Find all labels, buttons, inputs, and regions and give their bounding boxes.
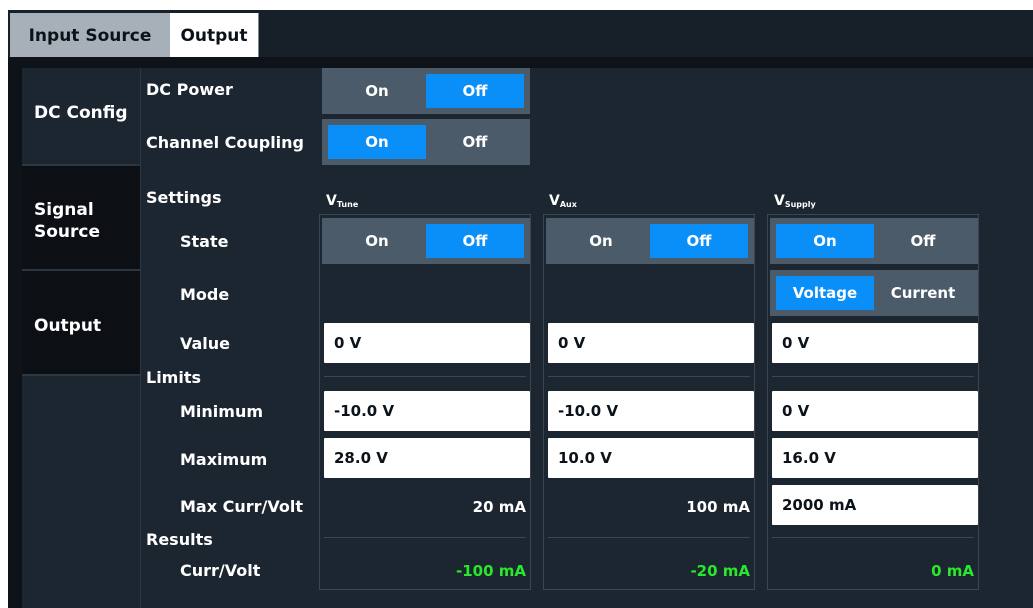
- vsupply-minimum-field[interactable]: 0 V: [772, 391, 978, 431]
- channel-coupling-label: Channel Coupling: [146, 133, 305, 152]
- vtune-value-field[interactable]: 0 V: [324, 323, 530, 363]
- limits-heading: Limits: [146, 368, 202, 387]
- column-header-vsupply: VSupply: [774, 193, 816, 209]
- dc-power-off-option[interactable]: Off: [426, 74, 524, 108]
- sidenav-item-signal-source[interactable]: Signal Source: [22, 164, 140, 269]
- value-label: Value: [180, 334, 231, 353]
- vsupply-mode-toggle[interactable]: Voltage Current: [770, 270, 978, 316]
- sidenav-item-label: DC Config: [34, 103, 128, 123]
- channel-coupling-off-option[interactable]: Off: [426, 125, 524, 159]
- channel-coupling-toggle[interactable]: On Off: [322, 119, 530, 165]
- sidenav-item-output[interactable]: Output: [22, 269, 140, 376]
- vaux-state-toggle[interactable]: On Off: [546, 218, 754, 264]
- vsupply-state-on-option[interactable]: On: [776, 224, 874, 258]
- vtune-maximum-field[interactable]: 28.0 V: [324, 438, 530, 478]
- vaux-maximum-field[interactable]: 10.0 V: [548, 438, 754, 478]
- vtune-result-value: -100 mA: [456, 562, 526, 580]
- sidenav-divider: [140, 68, 141, 608]
- sidenav-item-dc-config[interactable]: DC Config: [22, 68, 140, 164]
- results-heading: Results: [146, 530, 213, 549]
- vsupply-mode-current-option[interactable]: Current: [874, 276, 972, 310]
- settings-heading: Settings: [146, 188, 222, 207]
- tab-input-source[interactable]: Input Source: [10, 13, 170, 57]
- vtune-state-on-option[interactable]: On: [328, 224, 426, 258]
- sidenav-item-label: Signal Source: [34, 200, 101, 242]
- vaux-value-field[interactable]: 0 V: [548, 323, 754, 363]
- sidenav-item-label: Output: [34, 316, 102, 336]
- curr-volt-label: Curr/Volt: [180, 561, 261, 580]
- state-label: State: [180, 232, 229, 251]
- tab-output[interactable]: Output: [170, 13, 259, 57]
- vsupply-state-toggle[interactable]: On Off: [770, 218, 978, 264]
- channel-coupling-on-option[interactable]: On: [328, 125, 426, 159]
- dc-power-toggle[interactable]: On Off: [322, 68, 530, 114]
- vaux-minimum-field[interactable]: -10.0 V: [548, 391, 754, 431]
- section-divider: [324, 376, 526, 377]
- column-header-vaux: VAux: [549, 193, 577, 209]
- section-divider: [772, 376, 974, 377]
- vtune-max-curr-value: 20 mA: [472, 498, 526, 516]
- max-curr-volt-label: Max Curr/Volt: [180, 497, 303, 516]
- dc-power-on-option[interactable]: On: [328, 74, 426, 108]
- vaux-state-on-option[interactable]: On: [552, 224, 650, 258]
- tab-bar: Input Source Output: [0, 0, 1033, 62]
- vtune-state-toggle[interactable]: On Off: [322, 218, 530, 264]
- vsupply-result-value: 0 mA: [931, 562, 974, 580]
- mode-label: Mode: [180, 285, 230, 304]
- vsupply-value-field[interactable]: 0 V: [772, 323, 978, 363]
- minimum-label: Minimum: [180, 402, 264, 421]
- vsupply-max-curr-field[interactable]: 2000 mA: [772, 485, 978, 525]
- vsupply-maximum-field[interactable]: 16.0 V: [772, 438, 978, 478]
- vsupply-state-off-option[interactable]: Off: [874, 224, 972, 258]
- vtune-state-off-option[interactable]: Off: [426, 224, 524, 258]
- section-divider: [548, 537, 750, 538]
- column-header-vtune: VTune: [326, 193, 359, 209]
- vaux-max-curr-value: 100 mA: [686, 498, 750, 516]
- vaux-result-value: -20 mA: [690, 562, 750, 580]
- section-divider: [772, 537, 974, 538]
- vtune-minimum-field[interactable]: -10.0 V: [324, 391, 530, 431]
- maximum-label: Maximum: [180, 450, 268, 469]
- section-divider: [548, 376, 750, 377]
- vaux-state-off-option[interactable]: Off: [650, 224, 748, 258]
- vsupply-mode-voltage-option[interactable]: Voltage: [776, 276, 874, 310]
- section-divider: [324, 537, 526, 538]
- dc-power-label: DC Power: [146, 80, 233, 99]
